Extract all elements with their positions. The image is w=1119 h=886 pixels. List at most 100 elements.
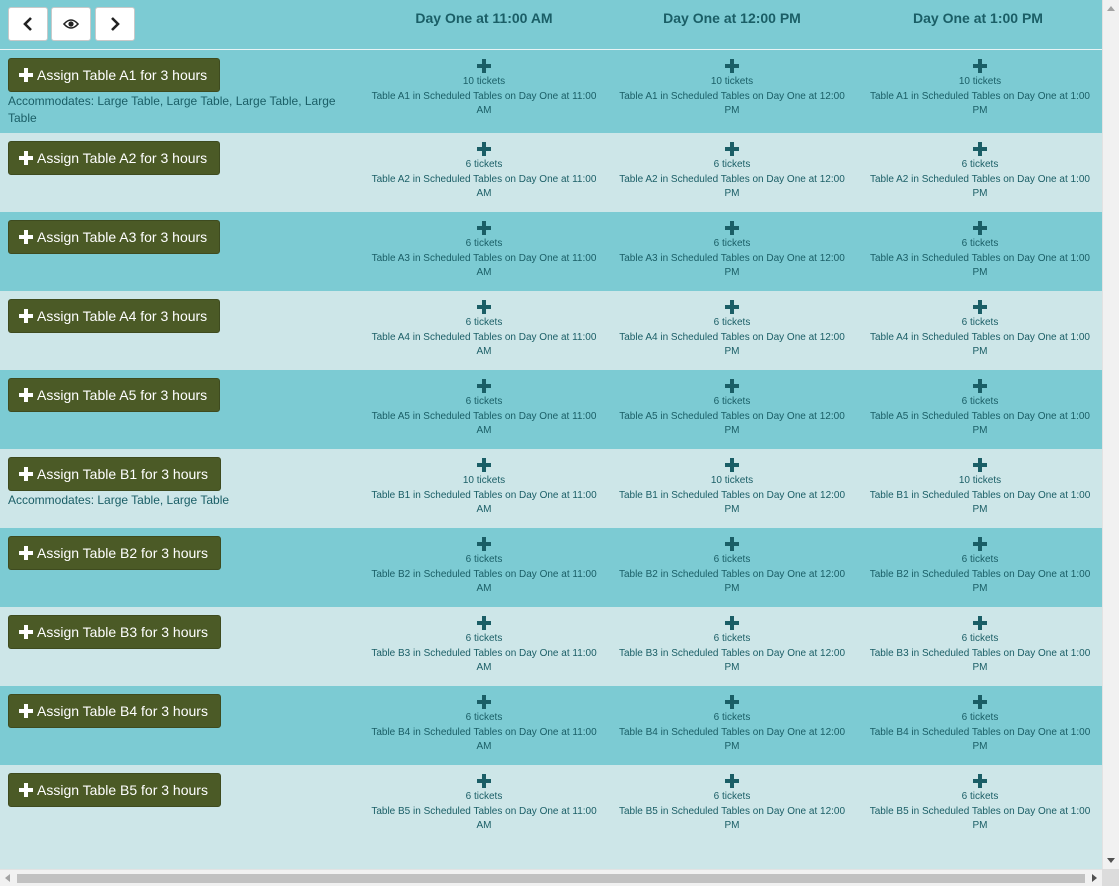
add-slot-icon[interactable] (725, 458, 739, 472)
add-slot-icon[interactable] (477, 221, 491, 235)
scroll-left-arrow-icon[interactable] (5, 874, 10, 882)
plus-icon (19, 68, 33, 82)
plus-icon (19, 704, 33, 718)
table-row: Assign Table A3 for 3 hours 6 tickets Tabl… (0, 212, 1102, 291)
slot-description: Table B4 in Scheduled Tables on Day One … (371, 727, 597, 752)
assign-table-button[interactable]: Assign Table A5 for 3 hours (8, 378, 221, 412)
add-slot-icon[interactable] (477, 695, 491, 709)
slot-description: Table A3 in Scheduled Tables on Day One … (371, 253, 597, 278)
plus-icon (19, 783, 33, 797)
ticket-count: 6 tickets (713, 317, 751, 328)
add-slot-icon[interactable] (477, 379, 491, 393)
ticket-count: 6 tickets (465, 317, 503, 328)
ticket-count: 6 tickets (713, 554, 751, 565)
add-slot-icon[interactable] (725, 537, 739, 551)
add-slot-icon[interactable] (973, 458, 987, 472)
slot-description: Table A1 in Scheduled Tables on Day One … (870, 91, 1090, 116)
add-slot-icon[interactable] (725, 379, 739, 393)
assign-table-label: Assign Table A3 for 3 hours (37, 229, 208, 245)
ticket-count: 6 tickets (465, 791, 503, 802)
table-row: Assign Table A1 for 3 hours Accommodates:… (0, 50, 1102, 133)
slot-description: Table B3 in Scheduled Tables on Day One … (869, 648, 1091, 673)
assign-table-button[interactable]: Assign Table B4 for 3 hours (8, 694, 221, 728)
add-slot-icon[interactable] (725, 695, 739, 709)
table-row: Assign Table B2 for 3 hours 6 tickets Tabl… (0, 528, 1102, 607)
scroll-up-arrow-icon[interactable] (1107, 6, 1115, 11)
schedule-slot: 6 tickets Table B2 in Scheduled Tables on… (866, 537, 1094, 596)
ticket-count: 10 tickets (958, 76, 1002, 87)
slot-description: Table A4 in Scheduled Tables on Day One … (870, 332, 1090, 357)
schedule-slot: 6 tickets Table B5 in Scheduled Tables on… (866, 774, 1094, 833)
chevron-left-icon (23, 17, 32, 31)
plus-icon (19, 546, 33, 560)
add-slot-icon[interactable] (973, 695, 987, 709)
vertical-scroll-thumb[interactable] (1106, 16, 1116, 860)
vertical-scrollbar[interactable] (1102, 0, 1119, 869)
assign-table-label: Assign Table B2 for 3 hours (37, 545, 208, 561)
add-slot-icon[interactable] (725, 774, 739, 788)
ticket-count: 10 tickets (462, 475, 506, 486)
assign-table-button[interactable]: Assign Table A4 for 3 hours (8, 299, 221, 333)
schedule-slot: 6 tickets Table A2 in Scheduled Tables on… (866, 142, 1094, 201)
add-slot-icon[interactable] (973, 59, 987, 73)
chevron-right-icon (111, 17, 120, 31)
add-slot-icon[interactable] (477, 616, 491, 630)
ticket-count: 10 tickets (710, 475, 754, 486)
add-slot-icon[interactable] (477, 458, 491, 472)
slot-description: Table A1 in Scheduled Tables on Day One … (371, 91, 597, 116)
column-header-1pm: Day One at 1:00 PM (913, 10, 1043, 26)
schedule-slot: 6 tickets Table B2 in Scheduled Tables on… (618, 537, 846, 596)
ticket-count: 6 tickets (961, 159, 999, 170)
add-slot-icon[interactable] (973, 537, 987, 551)
scroll-down-arrow-icon[interactable] (1107, 858, 1115, 863)
ticket-count: 6 tickets (961, 396, 999, 407)
next-button[interactable] (95, 7, 135, 41)
schedule-slot: 6 tickets Table A5 in Scheduled Tables on… (866, 379, 1094, 438)
horizontal-scrollbar[interactable] (0, 869, 1102, 886)
assign-table-button[interactable]: Assign Table B3 for 3 hours (8, 615, 221, 649)
add-slot-icon[interactable] (477, 59, 491, 73)
add-slot-icon[interactable] (477, 142, 491, 156)
ticket-count: 6 tickets (961, 791, 999, 802)
add-slot-icon[interactable] (725, 300, 739, 314)
assign-table-button[interactable]: Assign Table B1 for 3 hours (8, 457, 221, 491)
add-slot-icon[interactable] (725, 616, 739, 630)
assign-table-button[interactable]: Assign Table A1 for 3 hours (8, 58, 221, 92)
add-slot-icon[interactable] (725, 221, 739, 235)
add-slot-icon[interactable] (477, 300, 491, 314)
add-slot-icon[interactable] (973, 221, 987, 235)
add-slot-icon[interactable] (477, 537, 491, 551)
add-slot-icon[interactable] (973, 774, 987, 788)
slot-description: Table B1 in Scheduled Tables on Day One … (869, 490, 1091, 515)
horizontal-scroll-thumb[interactable] (17, 874, 1085, 883)
schedule-slot: 6 tickets Table B3 in Scheduled Tables on… (618, 616, 846, 675)
add-slot-icon[interactable] (973, 142, 987, 156)
assign-table-button[interactable]: Assign Table A2 for 3 hours (8, 141, 221, 175)
schedule-slot: 6 tickets Table A4 in Scheduled Tables on… (866, 300, 1094, 359)
add-slot-icon[interactable] (725, 142, 739, 156)
add-slot-icon[interactable] (973, 616, 987, 630)
slot-description: Table B4 in Scheduled Tables on Day One … (618, 727, 846, 752)
assign-table-button[interactable]: Assign Table B2 for 3 hours (8, 536, 221, 570)
schedule-grid: Day One at 11:00 AM Day One at 12:00 PM … (0, 0, 1102, 869)
table-row: Assign Table B1 for 3 hours Accommodates:… (0, 449, 1102, 528)
slot-description: Table A4 in Scheduled Tables on Day One … (619, 332, 845, 357)
assign-table-button[interactable]: Assign Table B5 for 3 hours (8, 773, 221, 807)
assign-table-label: Assign Table B1 for 3 hours (37, 466, 208, 482)
assign-table-button[interactable]: Assign Table A3 for 3 hours (8, 220, 221, 254)
table-row: Assign Table B3 for 3 hours 6 tickets Tabl… (0, 607, 1102, 686)
ticket-count: 6 tickets (465, 554, 503, 565)
assign-table-label: Assign Table A2 for 3 hours (37, 150, 208, 166)
scroll-right-arrow-icon[interactable] (1092, 874, 1097, 882)
slot-description: Table B4 in Scheduled Tables on Day One … (869, 727, 1091, 752)
add-slot-icon[interactable] (477, 774, 491, 788)
slot-description: Table B3 in Scheduled Tables on Day One … (618, 648, 846, 673)
add-slot-icon[interactable] (973, 379, 987, 393)
previous-button[interactable] (8, 7, 48, 41)
add-slot-icon[interactable] (725, 59, 739, 73)
add-slot-icon[interactable] (973, 300, 987, 314)
ticket-count: 6 tickets (713, 159, 751, 170)
view-button[interactable] (51, 7, 91, 41)
slot-description: Table B2 in Scheduled Tables on Day One … (618, 569, 846, 594)
schedule-slot: 6 tickets Table A5 in Scheduled Tables on… (370, 379, 598, 438)
